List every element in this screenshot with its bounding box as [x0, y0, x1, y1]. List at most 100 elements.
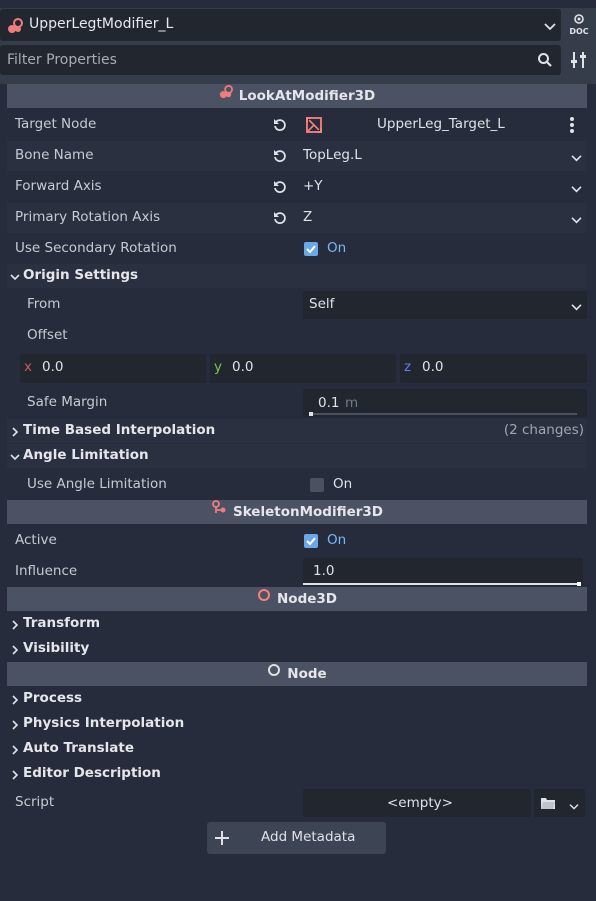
- chevron-down-icon: [10, 450, 20, 466]
- offset-z-field[interactable]: z 0.0: [400, 354, 587, 383]
- visibility-label: Visibility: [23, 640, 90, 656]
- search-icon: [537, 52, 553, 72]
- use-secondary-rotation-checkbox[interactable]: [304, 242, 318, 256]
- active-checkbox[interactable]: [304, 534, 318, 548]
- row-bone-name: Bone Name TopLeg.L: [7, 141, 587, 171]
- row-offset: Offset: [7, 321, 587, 351]
- section-transform[interactable]: Transform: [7, 612, 587, 636]
- active-label: Active: [15, 532, 57, 548]
- forward-axis-value[interactable]: +Y: [303, 178, 323, 194]
- transform-label: Transform: [23, 615, 101, 631]
- more-options-icon[interactable]: [569, 116, 575, 138]
- from-label: From: [27, 296, 61, 312]
- category-node3d: Node3D: [7, 587, 587, 611]
- category-title: Node: [287, 666, 327, 682]
- chevron-down-icon[interactable]: [571, 213, 582, 229]
- section-angle-limitation[interactable]: Angle Limitation: [7, 444, 587, 468]
- influence-slider-track[interactable]: [303, 582, 581, 586]
- lookat-modifier-icon: [219, 83, 233, 107]
- property-tools-icon[interactable]: [568, 49, 590, 71]
- row-primary-rotation-axis: Primary Rotation Axis Z: [7, 203, 587, 233]
- script-value: <empty>: [387, 795, 453, 811]
- influence-field[interactable]: 1.0: [303, 558, 583, 586]
- category-title: SkeletonModifier3D: [232, 504, 384, 520]
- origin-settings-label: Origin Settings: [23, 267, 139, 283]
- section-editor-description[interactable]: Editor Description: [7, 762, 587, 786]
- safe-margin-slider-track[interactable]: [309, 412, 577, 416]
- target-node-value[interactable]: UpperLeg_Target_L: [377, 116, 505, 132]
- active-value: On: [327, 532, 347, 548]
- section-origin-settings[interactable]: Origin Settings: [7, 264, 587, 288]
- safe-margin-slider-grabber[interactable]: [309, 412, 313, 416]
- target-node-label: Target Node: [15, 116, 97, 132]
- time-based-interpolation-label: Time Based Interpolation: [23, 422, 216, 438]
- category-title: Node3D: [277, 591, 337, 607]
- category-skeleton-modifier: SkeletonModifier3D: [7, 500, 587, 524]
- offset-x-value: 0.0: [42, 359, 64, 375]
- row-script: Script <empty>: [7, 788, 587, 818]
- category-node: Node: [7, 662, 587, 686]
- offset-label: Offset: [27, 327, 68, 343]
- script-load-button[interactable]: [534, 789, 585, 817]
- bone-name-value[interactable]: TopLeg.L: [303, 147, 362, 163]
- revert-icon[interactable]: [273, 180, 287, 198]
- from-select[interactable]: Self: [303, 291, 587, 319]
- offset-y-field[interactable]: y 0.0: [210, 354, 396, 383]
- use-secondary-rotation-label: Use Secondary Rotation: [15, 240, 177, 256]
- top-strip: [0, 0, 596, 8]
- row-safe-margin: Safe Margin 0.1 m: [7, 388, 587, 418]
- row-use-angle-limitation: Use Angle Limitation On: [7, 470, 587, 500]
- row-active: Active On: [7, 526, 587, 556]
- chevron-right-icon: [10, 768, 20, 784]
- chevron-right-icon: [10, 718, 20, 734]
- category-lookat-modifier: LookAtModifier3D: [7, 84, 587, 108]
- section-physics-interpolation[interactable]: Physics Interpolation: [7, 712, 587, 736]
- chevron-right-icon: [10, 425, 20, 441]
- offset-y-axis-label: y: [214, 359, 222, 375]
- script-field[interactable]: <empty>: [303, 789, 531, 817]
- skeleton-modifier-icon: [211, 499, 227, 523]
- chevron-down-icon: [571, 300, 582, 316]
- lookat-modifier-icon: [7, 18, 23, 38]
- chevron-down-icon: [10, 270, 20, 286]
- chevron-down-icon: [569, 799, 579, 815]
- chevron-down-icon[interactable]: [571, 182, 582, 198]
- section-time-based-interpolation[interactable]: Time Based Interpolation (2 changes): [7, 419, 587, 443]
- safe-margin-field[interactable]: 0.1 m: [303, 389, 587, 417]
- row-use-secondary-rotation: Use Secondary Rotation On: [7, 234, 587, 264]
- use-angle-limitation-label: Use Angle Limitation: [27, 476, 167, 492]
- safe-margin-unit: m: [345, 395, 359, 411]
- add-metadata-button[interactable]: Add Metadata: [207, 822, 386, 854]
- revert-icon[interactable]: [273, 118, 287, 136]
- offset-z-axis-label: z: [404, 359, 412, 375]
- folder-icon: [540, 796, 556, 814]
- angle-limitation-label: Angle Limitation: [23, 447, 149, 463]
- physics-interpolation-label: Physics Interpolation: [23, 715, 185, 731]
- revert-icon[interactable]: [273, 211, 287, 229]
- primary-rotation-axis-label: Primary Rotation Axis: [15, 209, 161, 225]
- chevron-right-icon: [10, 643, 20, 659]
- add-icon: [214, 830, 230, 850]
- section-auto-translate[interactable]: Auto Translate: [7, 737, 587, 761]
- offset-y-value: 0.0: [232, 359, 254, 375]
- chevron-right-icon: [10, 743, 20, 759]
- influence-slider-grabber[interactable]: [577, 582, 581, 586]
- use-angle-limitation-checkbox[interactable]: [310, 478, 324, 492]
- node-selector[interactable]: UpperLegtModifier_L: [0, 9, 561, 41]
- primary-rotation-axis-value[interactable]: Z: [303, 209, 312, 225]
- offset-x-axis-label: x: [24, 359, 32, 375]
- safe-margin-value: 0.1: [318, 395, 340, 411]
- influence-label: Influence: [15, 563, 78, 579]
- filter-properties: [0, 45, 561, 75]
- svg-text:DOC: DOC: [569, 27, 588, 36]
- doc-button[interactable]: DOC: [565, 12, 593, 38]
- chevron-down-icon[interactable]: [571, 151, 582, 167]
- revert-icon[interactable]: [273, 149, 287, 167]
- chevron-right-icon: [10, 693, 20, 709]
- filter-input[interactable]: [0, 45, 527, 75]
- influence-value: 1.0: [313, 563, 335, 579]
- bone-name-label: Bone Name: [15, 147, 94, 163]
- offset-x-field[interactable]: x 0.0: [20, 354, 206, 383]
- section-process[interactable]: Process: [7, 687, 587, 711]
- section-visibility[interactable]: Visibility: [7, 637, 587, 661]
